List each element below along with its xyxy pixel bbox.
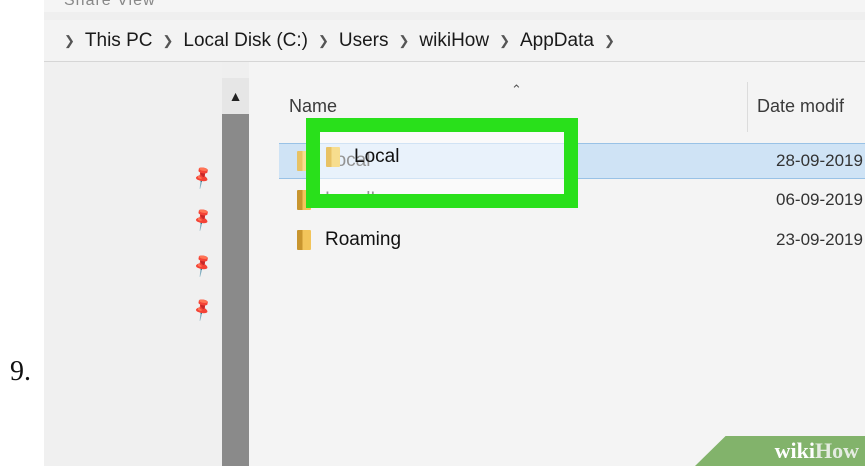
breadcrumb-label: This PC [84,29,153,51]
breadcrumb-label: Users [338,29,389,51]
chevron-right-icon[interactable]: ❯ [604,33,615,49]
watermark-part2: How [815,438,859,463]
column-header-date-modified[interactable]: Date modif [757,96,844,117]
ribbon-strip: Share View [44,0,865,12]
chevron-right-icon: ❯ [64,32,75,48]
column-header-name[interactable]: Name [289,96,337,117]
breadcrumb[interactable]: ❯ This PC ❯ Local Disk (C:) ❯ Users ❯ wi… [44,20,865,62]
folder-icon [326,147,340,167]
chevron-right-icon: ❯ [162,32,174,48]
pin-icon[interactable]: 📌 [188,206,216,232]
file-name: Roaming [325,229,402,250]
breadcrumb-label: AppData [520,29,594,51]
breadcrumb-item-local-disk[interactable]: ❯ Local Disk (C:) [162,30,317,52]
sort-ascending-icon: ⌃ [511,82,522,97]
ribbon-tabs[interactable]: Share View [64,0,156,10]
chevron-right-icon: ❯ [499,32,510,48]
folder-icon [297,230,311,250]
file-explorer-window: Share View ❯ This PC ❯ Local Disk (C:) ❯… [44,0,865,466]
breadcrumb-item-appdata[interactable]: ❯ AppData ❯ [499,30,625,52]
breadcrumb-item-users[interactable]: ❯ Users [318,30,399,52]
pin-icon[interactable]: 📌 [188,252,216,278]
chevron-right-icon: ❯ [398,32,410,48]
file-date-modified: 06-09-2019 [776,190,863,209]
highlighted-item-local[interactable]: Local [326,146,399,168]
chevron-right-icon: ❯ [317,32,329,48]
breadcrumb-label: wikiHow [419,29,490,51]
watermark-part1: wiki [774,438,815,463]
file-date-modified: 28-09-2019 [776,151,863,170]
breadcrumb-item-this-pc[interactable]: ❯ This PC [64,30,162,52]
column-divider[interactable] [747,82,748,132]
file-row-roaming[interactable]: Roaming 23-09-2019 [279,222,865,258]
file-date-modified: 23-09-2019 [776,230,863,249]
highlighted-file-name: Local [354,146,400,167]
pin-icon[interactable]: 📌 [188,296,216,322]
navigation-pane: 📌 📌 📌 📌 [44,62,222,466]
nav-scrollbar[interactable] [222,78,249,466]
step-number: 9. [10,356,31,387]
scroll-up-arrow-icon[interactable]: ▲ [222,78,249,114]
pin-icon[interactable]: 📌 [188,164,216,190]
breadcrumb-item-wikihow[interactable]: ❯ wikiHow [399,30,500,52]
breadcrumb-label: Local Disk (C:) [183,29,308,51]
